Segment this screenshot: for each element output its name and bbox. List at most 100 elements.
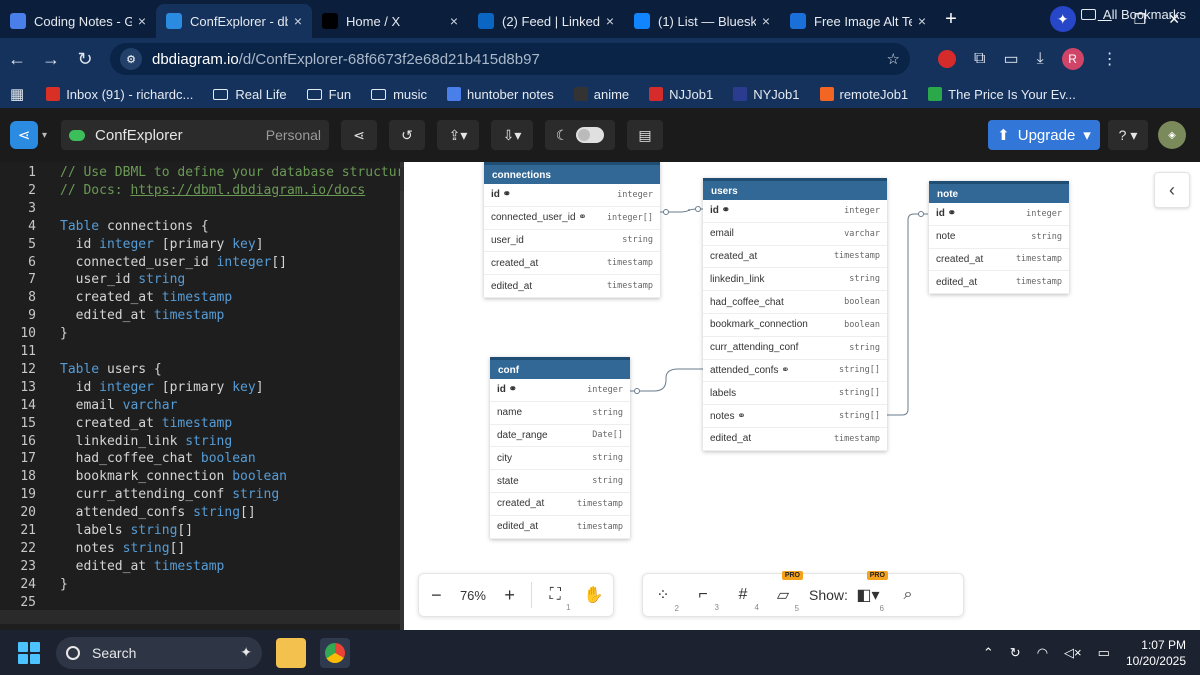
table-conf[interactable]: conf id ⚭ integer name string date_range Date[… [490,357,630,539]
browser-tab[interactable]: Coding Notes - G × [0,4,156,38]
code-line[interactable]: id integer [primary key] [60,236,264,254]
file-explorer-icon[interactable] [276,637,306,668]
code-line[interactable]: // Use DBML to define your database stru… [60,164,400,182]
menu-icon[interactable]: ⋮ [1102,49,1118,69]
dark-mode-switch[interactable] [576,127,605,143]
code-line[interactable]: had_coffee_chat boolean [60,450,256,468]
code-line[interactable]: email varchar [60,397,178,415]
code-line[interactable]: edited_at timestamp [60,558,225,576]
table-field-row[interactable]: date_range Date[] [490,425,630,448]
show-options-button[interactable]: ◧▾ PRO 6 [848,571,888,613]
upgrade-button[interactable]: ⬆ Upgrade ▾ [988,120,1100,150]
table-field-row[interactable]: labels string[] [703,382,887,406]
zoom-out-button[interactable]: − [419,585,454,606]
close-tab-icon[interactable]: × [762,13,770,29]
close-tab-icon[interactable]: × [606,13,614,29]
bookmark-item[interactable]: NJJob1 [649,87,713,102]
visibility-label[interactable]: Personal [266,127,321,143]
table-header[interactable]: connections [484,162,660,184]
bookmark-item[interactable]: remoteJob1 [819,87,908,102]
table-field-row[interactable]: had_coffee_chat boolean [703,291,887,314]
zoom-level[interactable]: 76% [454,588,493,603]
table-connections[interactable]: connections id ⚭ integer connected_user_id … [484,162,660,298]
table-note[interactable]: note id ⚭ integer note string created_at times… [929,181,1069,295]
history-button[interactable]: ↺ [389,120,426,150]
theme-toggle[interactable]: ☾ [545,120,616,150]
table-header[interactable]: note [929,181,1069,203]
profile-avatar[interactable]: R [1061,48,1084,70]
extension-puzzle-icon[interactable]: ⧉ [974,50,985,68]
clock[interactable]: 1:07 PM 10/20/2025 [1126,637,1186,669]
browser-tab[interactable]: Home / X × [312,4,468,38]
auto-arrange-button[interactable]: ⁘ 2 [643,585,683,613]
grid-button[interactable]: #4 [723,586,763,612]
table-field-row[interactable]: curr_attending_conf string [703,337,887,360]
collapse-panel-button[interactable]: ‹ [1154,172,1190,208]
code-line[interactable]: Table connections { [60,218,209,236]
dbml-code-editor[interactable]: 1 // Use DBML to define your database str… [0,162,400,630]
bookmark-item[interactable]: huntober notes [447,87,554,102]
bookmark-item[interactable]: Real Life [213,87,287,102]
help-button[interactable]: ? ▾ [1108,120,1148,150]
site-info-icon[interactable]: ⚙ [120,48,142,70]
table-field-row[interactable]: id ⚭ integer [703,200,887,223]
code-line[interactable]: labels string[] [60,522,193,540]
table-field-row[interactable]: edited_at timestamp [703,428,887,451]
pan-button[interactable]: ✋ [574,585,613,605]
code-line[interactable]: attended_confs string[] [60,504,256,522]
code-line[interactable]: linkedin_link string [60,433,233,451]
close-tab-icon[interactable]: × [450,13,458,29]
extension-icon[interactable] [938,50,956,68]
gemini-icon[interactable]: ✦ [1049,6,1076,32]
export-button[interactable]: ⇩▾ [491,120,534,150]
code-line[interactable]: connected_user_id integer[] [60,254,287,272]
table-field-row[interactable]: city string [490,447,630,471]
table-field-row[interactable]: created_at timestamp [929,249,1069,272]
bookmark-item[interactable]: NYJob1 [733,87,800,102]
table-field-row[interactable]: email varchar [703,223,887,246]
table-field-row[interactable]: created_at timestamp [484,252,660,276]
table-field-row[interactable]: id ⚭ integer [929,203,1069,226]
address-bar[interactable]: ⚙ dbdiagram.io/d/ConfExplorer-68f6673f2e… [110,43,910,75]
table-field-row[interactable]: linkedin_link string [703,268,887,292]
bookmark-item[interactable]: music [371,87,427,102]
code-line[interactable]: curr_attending_conf string [60,486,280,504]
reload-icon[interactable]: ↻ [68,49,102,70]
table-field-row[interactable]: connected_user_id ⚭ integer[] [484,207,660,230]
table-users[interactable]: users id ⚭ integer email varchar created_at ti… [703,178,887,451]
code-line[interactable]: Table users { [60,361,162,379]
table-field-row[interactable]: notes ⚭ string[] [703,405,887,428]
chrome-icon[interactable] [320,637,350,668]
apps-grid-icon[interactable]: ▦ [10,85,24,103]
share-button[interactable]: ⋖ [341,120,378,150]
download-icon[interactable]: ⤓ [1037,50,1044,68]
wifi-icon[interactable]: ◠ [1037,645,1048,661]
browser-tab[interactable]: (2) Feed | LinkedIn × [468,4,624,38]
browser-tab[interactable]: Free Image Alt Te × [780,4,936,38]
code-line[interactable]: created_at timestamp [60,415,233,433]
code-line[interactable]: created_at timestamp [60,289,233,307]
table-field-row[interactable]: bookmark_connection boolean [703,314,887,337]
search-button[interactable]: ⌕ [888,586,928,604]
project-name-field[interactable]: ConfExplorer Personal [61,120,330,150]
browser-tab[interactable]: ConfExplorer - db × [156,4,312,38]
reading-list-icon[interactable]: ▭ [1003,49,1018,69]
browser-tab[interactable]: (1) List — Bluesky × [624,4,780,38]
table-field-row[interactable]: created_at timestamp [490,493,630,516]
close-tab-icon[interactable]: × [918,13,926,29]
chevron-up-icon[interactable]: ⌃ [983,645,994,661]
speaker-muted-icon[interactable]: ◁× [1064,645,1082,661]
table-field-row[interactable]: id ⚭ integer [484,184,660,207]
code-line[interactable]: notes string[] [60,540,186,558]
bookmark-item[interactable]: The Price Is Your Ev... [928,87,1076,102]
editor-horizontal-scrollbar[interactable] [0,610,400,624]
code-line[interactable]: bookmark_connection boolean [60,468,287,486]
code-line[interactable]: edited_at timestamp [60,307,225,325]
table-header[interactable]: conf [490,357,630,379]
code-line[interactable]: } [60,325,68,343]
table-field-row[interactable]: attended_confs ⚭ string[] [703,360,887,383]
table-field-row[interactable]: edited_at timestamp [484,275,660,298]
diagram-canvas[interactable]: connections id ⚭ integer connected_user_id … [404,162,1200,630]
dbdiagram-logo-icon[interactable]: ⋖ [10,121,38,149]
chevron-down-icon[interactable]: ▾ [42,130,47,141]
